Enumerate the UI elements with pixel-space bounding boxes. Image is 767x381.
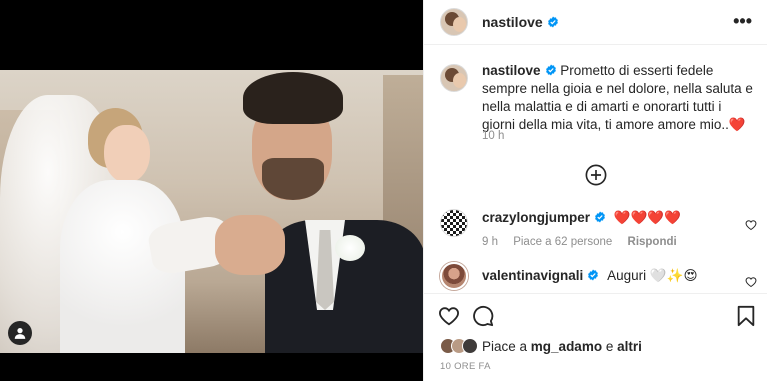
photo-groom-hair [243, 72, 343, 124]
avatar[interactable] [440, 262, 468, 290]
add-comment-icon[interactable] [585, 164, 607, 186]
verified-icon [545, 64, 556, 76]
post-caption: nastilove Prometto di esserti fedele sem… [440, 62, 760, 134]
likes-text[interactable]: Piace a mg_adamo e altri [482, 339, 642, 354]
post-media[interactable] [0, 0, 423, 381]
list-item: crazylongjumper ❤️❤️❤️❤️ 9 h Piace a 62 … [440, 209, 760, 251]
likes-joiner: e [605, 338, 614, 354]
comment-time[interactable]: 9 h [482, 236, 498, 248]
verified-icon [588, 269, 599, 281]
action-bar [424, 293, 767, 333]
likes-user[interactable]: mg_adamo [531, 339, 602, 354]
header-username[interactable]: nastilove [482, 14, 543, 30]
caption-username[interactable]: nastilove [482, 63, 541, 78]
comment-icon[interactable] [472, 305, 494, 327]
likes-prefix: Piace a [482, 338, 528, 354]
list-item: valentinavignali Auguri 🤍✨😍 [440, 262, 760, 290]
save-icon[interactable] [735, 305, 757, 327]
photo-bride-face [104, 125, 150, 183]
avatar[interactable] [440, 209, 468, 237]
caption-time[interactable]: 10 h [482, 130, 504, 142]
photo-hands [215, 215, 285, 275]
comment-text: ❤️❤️❤️❤️ [613, 210, 682, 225]
post-timestamp[interactable]: 10 ORE FA [440, 361, 491, 372]
likes-others[interactable]: altri [617, 339, 642, 354]
post-header: nastilove ••• [424, 0, 767, 45]
avatar[interactable] [462, 338, 478, 354]
post-sidebar: nastilove ••• nastilove Prometto di esse… [423, 0, 767, 381]
comment-text: Auguri 🤍✨😍 [607, 268, 698, 283]
comment-likes[interactable]: Piace a 62 persone [513, 236, 612, 248]
likes-summary: Piace a mg_adamo e altri [440, 338, 642, 354]
avatar[interactable] [440, 64, 468, 92]
photo-groom-beard [262, 158, 324, 200]
post-photo[interactable] [0, 70, 423, 353]
like-icon[interactable] [745, 219, 757, 231]
caption-text: nastilove Prometto di esserti fedele sem… [482, 62, 758, 134]
comment-username[interactable]: crazylongjumper [482, 210, 590, 225]
user-tag-icon[interactable] [8, 321, 32, 345]
photo-boutonniere [335, 235, 365, 261]
like-icon[interactable] [745, 276, 757, 288]
more-icon[interactable]: ••• [733, 12, 752, 30]
like-icon[interactable] [438, 305, 460, 327]
reply-button[interactable]: Rispondi [628, 236, 677, 248]
comment-username[interactable]: valentinavignali [482, 268, 583, 283]
verified-icon [595, 211, 605, 223]
avatar[interactable] [440, 8, 468, 36]
verified-icon [547, 16, 558, 28]
